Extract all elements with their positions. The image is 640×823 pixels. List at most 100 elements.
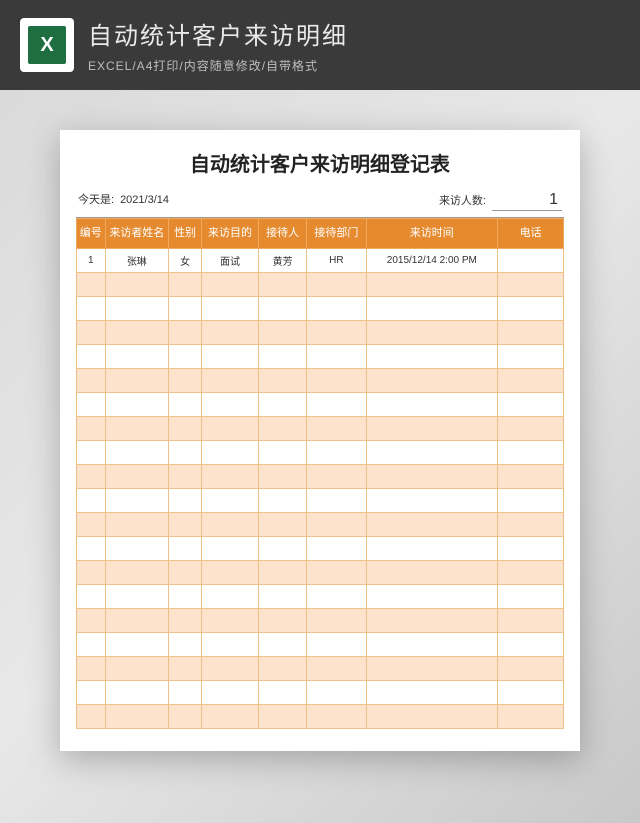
visitor-count-label: 来访人数: <box>439 192 486 208</box>
cell-receiver <box>259 681 307 705</box>
cell-gender <box>169 465 202 489</box>
cell-time <box>366 441 498 465</box>
cell-purpose <box>202 465 259 489</box>
cell-phone <box>498 513 564 537</box>
cell-name: 张琳 <box>105 249 169 273</box>
cell-dept <box>307 657 366 681</box>
cell-gender <box>169 297 202 321</box>
cell-no <box>77 273 106 297</box>
cell-dept <box>307 705 366 729</box>
cell-name <box>105 657 169 681</box>
cell-receiver <box>259 417 307 441</box>
table-row <box>77 393 564 417</box>
visitor-count-value: 1 <box>492 191 562 211</box>
cell-gender <box>169 393 202 417</box>
table-row <box>77 321 564 345</box>
cell-receiver <box>259 513 307 537</box>
cell-no <box>77 393 106 417</box>
cell-no: 1 <box>77 249 106 273</box>
visitor-table: 编号 来访者姓名 性别 来访目的 接待人 接待部门 来访时间 电话 1张琳女面试… <box>76 218 564 729</box>
cell-name <box>105 513 169 537</box>
table-row <box>77 273 564 297</box>
cell-purpose <box>202 345 259 369</box>
cell-no <box>77 609 106 633</box>
cell-dept <box>307 537 366 561</box>
cell-gender <box>169 681 202 705</box>
visitor-count-block: 来访人数: 1 <box>439 191 562 211</box>
cell-time <box>366 465 498 489</box>
cell-time <box>366 393 498 417</box>
cell-gender <box>169 441 202 465</box>
cell-purpose <box>202 393 259 417</box>
cell-no <box>77 489 106 513</box>
cell-phone <box>498 465 564 489</box>
cell-name <box>105 345 169 369</box>
cell-no <box>77 465 106 489</box>
cell-phone <box>498 681 564 705</box>
cell-purpose <box>202 561 259 585</box>
cell-receiver <box>259 273 307 297</box>
cell-name <box>105 609 169 633</box>
cell-gender <box>169 489 202 513</box>
cell-name <box>105 585 169 609</box>
col-header-gender: 性别 <box>169 219 202 249</box>
cell-gender <box>169 513 202 537</box>
cell-time <box>366 585 498 609</box>
cell-receiver <box>259 441 307 465</box>
cell-dept <box>307 561 366 585</box>
banner-title: 自动统计客户来访明细 <box>88 16 348 51</box>
cell-dept <box>307 513 366 537</box>
col-header-receiver: 接待人 <box>259 219 307 249</box>
banner-subtitle: EXCEL/A4打印/内容随意修改/自带格式 <box>88 57 348 74</box>
table-row <box>77 633 564 657</box>
cell-dept <box>307 273 366 297</box>
table-row <box>77 657 564 681</box>
cell-dept <box>307 297 366 321</box>
excel-file-icon: X <box>20 18 74 72</box>
cell-receiver <box>259 369 307 393</box>
cell-name <box>105 273 169 297</box>
cell-name <box>105 465 169 489</box>
cell-phone <box>498 561 564 585</box>
cell-purpose <box>202 633 259 657</box>
table-row <box>77 681 564 705</box>
cell-purpose <box>202 369 259 393</box>
cell-no <box>77 705 106 729</box>
today-label: 今天是: <box>78 191 114 207</box>
cell-gender <box>169 561 202 585</box>
cell-receiver <box>259 585 307 609</box>
cell-name <box>105 417 169 441</box>
cell-no <box>77 561 106 585</box>
cell-phone <box>498 417 564 441</box>
cell-purpose <box>202 513 259 537</box>
table-row <box>77 417 564 441</box>
cell-no <box>77 513 106 537</box>
cell-dept <box>307 489 366 513</box>
cell-purpose: 面试 <box>202 249 259 273</box>
cell-gender <box>169 369 202 393</box>
cell-dept <box>307 345 366 369</box>
cell-time <box>366 633 498 657</box>
cell-gender <box>169 657 202 681</box>
cell-no <box>77 321 106 345</box>
cell-purpose <box>202 441 259 465</box>
table-row: 1张琳女面试黄芳HR2015/12/14 2:00 PM <box>77 249 564 273</box>
table-row <box>77 489 564 513</box>
cell-receiver <box>259 465 307 489</box>
cell-purpose <box>202 537 259 561</box>
cell-gender <box>169 417 202 441</box>
table-row <box>77 537 564 561</box>
cell-name <box>105 489 169 513</box>
cell-phone <box>498 537 564 561</box>
cell-dept: HR <box>307 249 366 273</box>
table-row <box>77 585 564 609</box>
col-header-purpose: 来访目的 <box>202 219 259 249</box>
cell-name <box>105 633 169 657</box>
cell-phone <box>498 609 564 633</box>
cell-dept <box>307 321 366 345</box>
cell-receiver <box>259 345 307 369</box>
meta-row: 今天是: 2021/3/14 来访人数: 1 <box>76 189 564 218</box>
cell-dept <box>307 585 366 609</box>
top-banner: X 自动统计客户来访明细 EXCEL/A4打印/内容随意修改/自带格式 <box>0 0 640 90</box>
cell-gender <box>169 705 202 729</box>
